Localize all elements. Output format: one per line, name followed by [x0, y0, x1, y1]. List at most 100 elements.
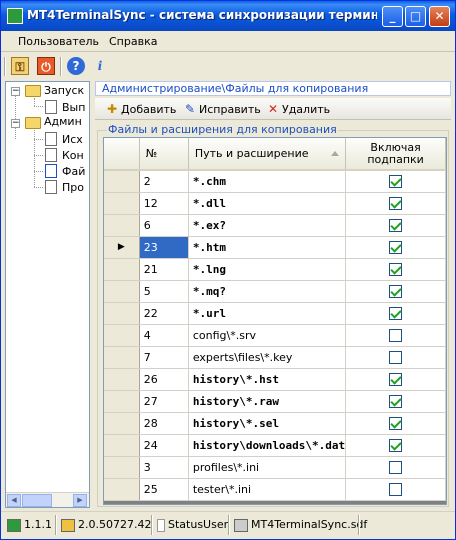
cell-path[interactable]: *.ex? [188, 214, 347, 237]
subfolders-checkbox[interactable] [389, 196, 403, 210]
tree-item-files[interactable]: Фай [62, 165, 85, 178]
tree-item-launch[interactable]: Запуск [44, 84, 84, 97]
cell-number[interactable]: 6 [139, 214, 189, 237]
edit-button[interactable]: ✎ Исправить [183, 101, 261, 118]
cell-number[interactable]: 24 [139, 434, 189, 457]
cell-path[interactable]: *.dll [188, 192, 347, 215]
scroll-right-icon[interactable]: ▶ [73, 494, 87, 507]
tree-item-source[interactable]: Исх [62, 133, 83, 146]
maximize-button[interactable]: □ [405, 6, 426, 27]
cell-path[interactable]: tester\*.ini [188, 478, 347, 501]
subfolders-checkbox[interactable] [389, 240, 403, 254]
cell-number[interactable]: 26 [139, 368, 189, 391]
table-row[interactable]: 6 *.ex? [104, 214, 446, 237]
subfolders-checkbox[interactable] [389, 460, 403, 474]
title-bar[interactable]: MT4TerminalSync - система синхронизации … [1, 1, 455, 31]
subfolders-checkbox[interactable] [389, 416, 403, 430]
row-selector[interactable] [104, 456, 140, 479]
cell-number[interactable]: 5 [139, 280, 189, 303]
tree-expander[interactable]: − [11, 119, 20, 128]
subfolders-checkbox[interactable] [389, 328, 403, 342]
table-row[interactable]: 24 history\downloads\*.dat [104, 434, 446, 457]
row-selector[interactable] [104, 170, 140, 193]
cell-path[interactable]: profiles\*.ini [188, 456, 347, 479]
subfolders-checkbox[interactable] [389, 350, 403, 364]
subfolders-checkbox[interactable] [389, 306, 403, 320]
table-row[interactable]: 3 profiles\*.ini [104, 456, 446, 479]
key-icon[interactable]: ⚿ [11, 57, 29, 75]
table-row[interactable]: 12 *.dll [104, 192, 446, 215]
tree-item-run[interactable]: Вып [62, 101, 85, 114]
cell-path[interactable]: experts\files\*.key [188, 346, 347, 369]
table-row[interactable]: 27 history\*.raw [104, 390, 446, 413]
cell-number[interactable]: 3 [139, 456, 189, 479]
row-selector[interactable] [104, 192, 140, 215]
cell-number[interactable]: 27 [139, 390, 189, 413]
subfolders-checkbox[interactable] [389, 175, 403, 188]
cell-path[interactable]: history\downloads\*.dat [188, 434, 347, 457]
row-selector[interactable] [104, 302, 140, 325]
table-row[interactable]: ▶ 23 *.htm [104, 236, 446, 259]
cell-number[interactable]: 12 [139, 192, 189, 215]
add-button[interactable]: ✚ Добавить [105, 101, 176, 118]
cell-path[interactable]: *.htm [188, 236, 347, 259]
table-row[interactable]: 26 history\*.hst [104, 368, 446, 391]
row-selector-header[interactable] [104, 138, 140, 171]
row-selector[interactable] [104, 214, 140, 237]
cell-path[interactable]: *.lng [188, 258, 347, 281]
column-header-subfolders[interactable]: Включая подпапки [345, 138, 446, 171]
row-selector[interactable] [104, 280, 140, 303]
cell-path[interactable]: *.mq? [188, 280, 347, 303]
row-selector[interactable] [104, 412, 140, 435]
row-selector[interactable] [104, 390, 140, 413]
table-row[interactable]: 2 *.chm [104, 170, 446, 193]
table-row[interactable]: 5 *.mq? [104, 280, 446, 303]
subfolders-checkbox[interactable] [389, 394, 403, 408]
cell-number[interactable]: 2 [139, 170, 189, 193]
tree-expander[interactable]: − [11, 87, 20, 96]
column-header-path[interactable]: Путь и расширение [188, 138, 347, 171]
subfolders-checkbox[interactable] [389, 482, 403, 496]
tree-item-other[interactable]: Про [62, 181, 84, 194]
tree-item-admin[interactable]: Админ [44, 115, 82, 128]
cell-path[interactable]: history\*.raw [188, 390, 347, 413]
row-selector[interactable]: ▶ [104, 236, 140, 259]
table-row[interactable]: 4 config\*.srv [104, 324, 446, 347]
panel-splitter[interactable] [90, 81, 94, 508]
row-selector[interactable] [104, 258, 140, 281]
row-selector[interactable] [104, 478, 140, 501]
scroll-thumb[interactable] [22, 494, 52, 507]
row-selector[interactable] [104, 346, 140, 369]
menu-help[interactable]: Справка [109, 35, 157, 48]
row-selector[interactable] [104, 434, 140, 457]
info-icon[interactable]: i [91, 57, 109, 75]
cell-number[interactable]: 28 [139, 412, 189, 435]
power-icon[interactable]: ⏻ [37, 57, 55, 75]
cell-path[interactable]: *.url [188, 302, 347, 325]
menu-user[interactable]: Пользователь [18, 35, 99, 48]
table-row[interactable]: 28 history\*.sel [104, 412, 446, 435]
cell-number[interactable]: 23 [139, 236, 189, 259]
minimize-button[interactable]: _ [382, 6, 403, 27]
cell-number[interactable]: 4 [139, 324, 189, 347]
subfolders-checkbox[interactable] [389, 218, 403, 232]
cell-path[interactable]: history\*.hst [188, 368, 347, 391]
table-row[interactable]: 7 experts\files\*.key [104, 346, 446, 369]
table-row[interactable]: 22 *.url [104, 302, 446, 325]
table-row[interactable]: 21 *.lng [104, 258, 446, 281]
scroll-left-icon[interactable]: ◀ [7, 494, 21, 507]
row-selector[interactable] [104, 324, 140, 347]
column-header-number[interactable]: № [139, 138, 189, 171]
help-icon[interactable]: ? [67, 57, 85, 75]
tree-item-config[interactable]: Кон [62, 149, 84, 162]
delete-button[interactable]: ✕ Удалить [266, 101, 330, 118]
cell-number[interactable]: 7 [139, 346, 189, 369]
close-button[interactable]: ✕ [429, 6, 450, 27]
subfolders-checkbox[interactable] [389, 262, 403, 276]
subfolders-checkbox[interactable] [389, 438, 403, 452]
cell-path[interactable]: *.chm [188, 170, 347, 193]
cell-number[interactable]: 21 [139, 258, 189, 281]
tree-horizontal-scrollbar[interactable]: ◀ ▶ [6, 492, 89, 507]
cell-path[interactable]: config\*.srv [188, 324, 347, 347]
table-row[interactable]: 25 tester\*.ini [104, 478, 446, 501]
